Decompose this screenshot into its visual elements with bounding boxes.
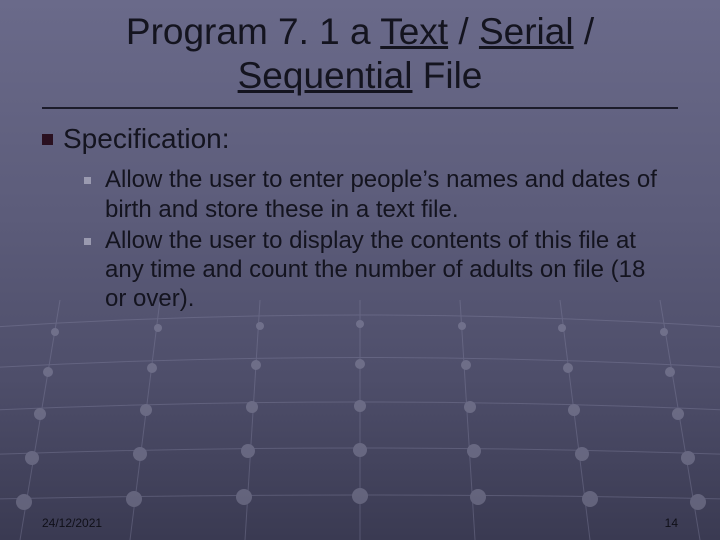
small-square-bullet-icon xyxy=(84,238,91,245)
list-item: Allow the user to display the contents o… xyxy=(76,226,678,314)
sub-list: Allow the user to enter people’s names a… xyxy=(42,165,678,313)
title-rule xyxy=(42,107,678,109)
list-item: Specification: xyxy=(42,123,678,155)
footer-page-number: 14 xyxy=(665,516,678,530)
slide: Program 7. 1 a Text / Serial / Sequentia… xyxy=(0,0,720,540)
title-underline-sequential: Sequential xyxy=(238,55,413,96)
title-rest: File xyxy=(412,55,482,96)
footer: 24/12/2021 14 xyxy=(42,516,678,530)
square-bullet-icon xyxy=(42,134,53,145)
spec-heading: Specification: xyxy=(63,123,230,155)
small-square-bullet-icon xyxy=(84,177,91,184)
bullet-text: Allow the user to enter people’s names a… xyxy=(105,165,665,224)
bullet-text: Allow the user to display the contents o… xyxy=(105,226,665,314)
slide-title: Program 7. 1 a Text / Serial / Sequentia… xyxy=(0,10,720,105)
content-area: Specification: Allow the user to enter p… xyxy=(0,123,720,313)
title-prefix: Program 7. 1 a xyxy=(126,11,380,52)
title-underline-text: Text xyxy=(380,11,448,52)
title-sep: / xyxy=(574,11,595,52)
list-item: Allow the user to enter people’s names a… xyxy=(76,165,678,224)
title-sep: / xyxy=(448,11,479,52)
title-underline-serial: Serial xyxy=(479,11,574,52)
footer-date: 24/12/2021 xyxy=(42,516,102,530)
